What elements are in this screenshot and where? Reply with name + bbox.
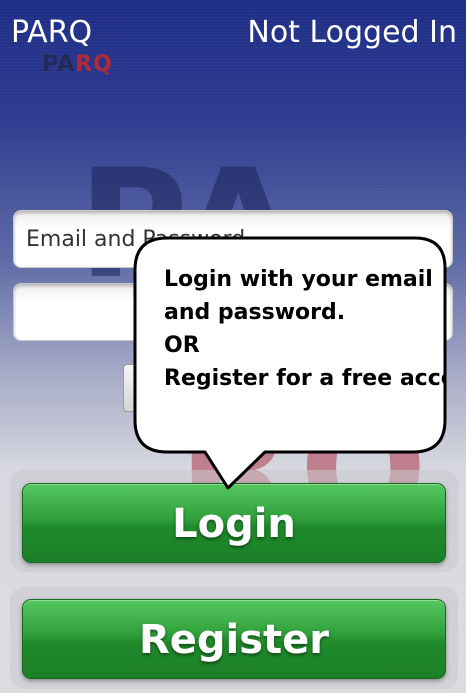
- login-button[interactable]: Login: [22, 483, 446, 563]
- logo-part-2: RQ: [75, 52, 113, 77]
- register-button[interactable]: Register: [22, 599, 446, 679]
- logo-part-1: PA: [42, 52, 76, 77]
- tooltip-line-4: Register for a free account: [164, 366, 444, 391]
- title-bar: PARQ Not Logged In: [0, 0, 466, 60]
- logo: PARQ: [42, 52, 113, 78]
- remember-checkbox[interactable]: [123, 364, 165, 412]
- tooltip-text: Login with your email and password. OR R…: [164, 263, 444, 395]
- email-field[interactable]: [13, 210, 453, 268]
- app-title: PARQ: [11, 15, 93, 50]
- tooltip-line-3: OR: [164, 333, 200, 358]
- tooltip-line-1: Login with your email: [164, 267, 433, 292]
- login-status: Not Logged In: [247, 15, 457, 50]
- tooltip-line-2: and password.: [164, 300, 346, 325]
